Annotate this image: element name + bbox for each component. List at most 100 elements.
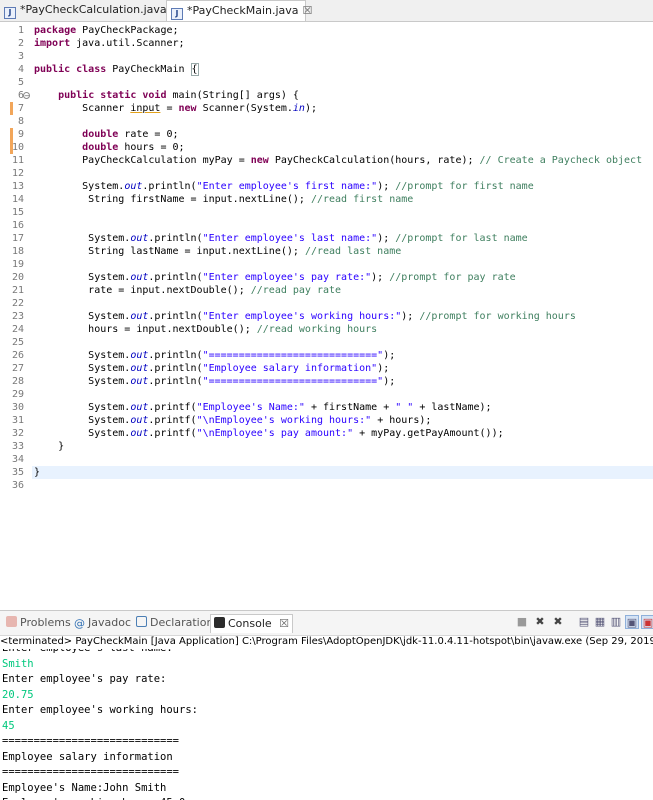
code-line: public class PayCheckMain { — [34, 63, 199, 76]
console-status-line: <terminated> PayCheckMain [Java Applicat… — [0, 636, 653, 647]
console-output-line: ============================ — [2, 766, 180, 778]
console-output-line: Enter employee's working hours: — [2, 704, 198, 716]
line-number: 2 — [17, 38, 24, 49]
copy-icon[interactable]: ▦ — [593, 615, 607, 629]
console-output-line: Employee's working hours:45.0 — [2, 796, 185, 800]
code-line: String lastName = input.nextLine(); //re… — [34, 246, 402, 257]
line-number: 31 — [11, 415, 24, 426]
terminate-icon[interactable]: ■ — [515, 615, 529, 629]
remove-launch-icon[interactable]: ✖ — [533, 615, 547, 629]
code-editor[interactable]: 1 2 3 4 5 6−7 8 9 10 11 12 13 14 15 16 17 18 19 20 21 22 23 24… — [0, 22, 653, 604]
line-number: 29 — [11, 389, 24, 400]
line-number: 26 — [11, 350, 24, 361]
code-line: package PayCheckPackage; — [34, 25, 179, 36]
console-input-line: Smith — [2, 657, 34, 670]
line-number: 32 — [11, 428, 24, 439]
tab-declaration[interactable]: Declaration — [136, 614, 213, 632]
code-line: hours = input.nextDouble(); //read worki… — [34, 324, 378, 335]
close-tab-icon[interactable]: ☒ — [279, 617, 289, 630]
code-line: public static void main(String[] args) { — [58, 90, 299, 101]
line-number: 13 — [11, 181, 24, 192]
line-number: 10 — [11, 142, 24, 153]
code-line: System.out.println("====================… — [34, 376, 396, 387]
panel-tab-bar: Problems @ Javadoc Declaration Console ☒ … — [0, 610, 653, 636]
current-line-highlight — [32, 466, 653, 479]
line-number: 12 — [11, 168, 24, 179]
line-number: 9 — [17, 129, 24, 140]
tab-label: Declaration — [150, 616, 214, 629]
pin-console-icon[interactable]: ▣ — [625, 615, 639, 629]
line-number: 27 — [11, 363, 24, 374]
word-wrap-icon[interactable]: ▥ — [609, 615, 623, 629]
code-line: String firstName = input.nextLine(); //r… — [34, 194, 414, 205]
line-number: 19 — [11, 259, 24, 270]
line-number: 30 — [11, 402, 24, 413]
tab-paycheckmain[interactable]: J *PayCheckMain.java ☒ — [166, 0, 312, 21]
declaration-icon — [136, 616, 147, 627]
code-line: System.out.printf("\nEmployee's pay amou… — [34, 428, 504, 439]
remove-all-icon[interactable]: ✖ — [551, 615, 565, 629]
console-output-line: Enter employee's pay rate: — [2, 673, 167, 685]
console-output[interactable]: Enter employee's last name:Smith Enter em… — [0, 649, 653, 800]
tab-label: *PayCheckMain.java — [187, 4, 299, 17]
tab-javadoc[interactable]: @ Javadoc — [74, 614, 131, 632]
console-icon — [214, 617, 225, 628]
console-output-line: ============================ — [2, 735, 180, 747]
line-number: 25 — [11, 337, 24, 348]
code-line: Scanner input = new Scanner(System.in); — [34, 103, 317, 114]
code-line: import java.util.Scanner; — [34, 38, 185, 49]
line-number: 36 — [11, 480, 24, 491]
line-number: 6 — [17, 90, 24, 101]
code-line: PayCheckCalculation myPay = new PayCheck… — [34, 155, 643, 166]
code-line: rate = input.nextDouble(); //read pay ra… — [34, 285, 342, 296]
console-output-line: Employee salary information — [2, 750, 173, 763]
code-line: System.out.println("====================… — [34, 350, 396, 361]
line-number: 14 — [11, 194, 24, 205]
line-number-gutter: 1 2 3 4 5 6−7 8 9 10 11 12 13 14 15 16 17 18 19 20 21 22 23 24… — [0, 22, 30, 604]
line-number: 7 — [17, 103, 24, 114]
tab-console[interactable]: Console ☒ — [210, 614, 294, 633]
line-number: 15 — [11, 207, 24, 218]
console-input-line: 45 — [2, 719, 15, 732]
line-number: 11 — [11, 155, 24, 166]
tab-label: *PayCheckCalculation.java — [20, 3, 167, 16]
java-file-icon: J — [4, 7, 16, 19]
line-number: 34 — [11, 454, 24, 465]
line-number: 23 — [11, 311, 24, 322]
scroll-lock-icon[interactable]: ▤ — [577, 615, 591, 629]
line-number: 35 — [11, 467, 24, 478]
line-number: 8 — [17, 116, 24, 127]
line-number: 33 — [11, 441, 24, 452]
line-number: 22 — [11, 298, 24, 309]
code-line: System.out.println("Employee salary info… — [34, 363, 390, 374]
line-number: 28 — [11, 376, 24, 387]
line-number: 1 — [17, 25, 24, 36]
tab-problems[interactable]: Problems — [6, 614, 71, 632]
display-selected-console-icon[interactable]: ▣ — [641, 615, 653, 629]
code-line: double hours = 0; — [82, 142, 185, 153]
fold-toggle-icon[interactable]: − — [23, 92, 30, 100]
code-line: System.out.println("Enter employee's fir… — [34, 181, 534, 192]
console-output-line: Enter employee's last name: — [2, 649, 173, 657]
java-file-icon: J — [171, 8, 183, 20]
editor-tab-bar: J *PayCheckCalculation.java J *PayCheckMai… — [0, 0, 653, 22]
tab-paycheckcalculation[interactable]: J *PayCheckCalculation.java — [0, 0, 167, 20]
line-number: 20 — [11, 272, 24, 283]
tab-label: Problems — [20, 616, 71, 629]
code-line: double rate = 0; — [82, 129, 179, 140]
console-input-line: 20.75 — [2, 688, 34, 701]
close-tab-icon[interactable]: ☒ — [303, 1, 313, 21]
tab-label: Javadoc — [88, 616, 131, 629]
line-number: 18 — [11, 246, 24, 257]
code-line: } — [34, 441, 65, 452]
line-number: 17 — [11, 233, 24, 244]
console-toolbar: ■ ✖ ✖ ▤ ▦ ▥ ▣ ▣ — [453, 614, 653, 632]
problems-icon — [6, 616, 17, 627]
code-line: System.out.println("Enter employee's las… — [34, 233, 528, 244]
line-number: 21 — [11, 285, 24, 296]
line-number: 3 — [17, 51, 24, 62]
line-number: 16 — [11, 220, 24, 231]
javadoc-icon: @ — [74, 617, 85, 630]
code-line: } — [34, 467, 41, 478]
code-line: System.out.printf("\nEmployee's working … — [34, 415, 432, 426]
